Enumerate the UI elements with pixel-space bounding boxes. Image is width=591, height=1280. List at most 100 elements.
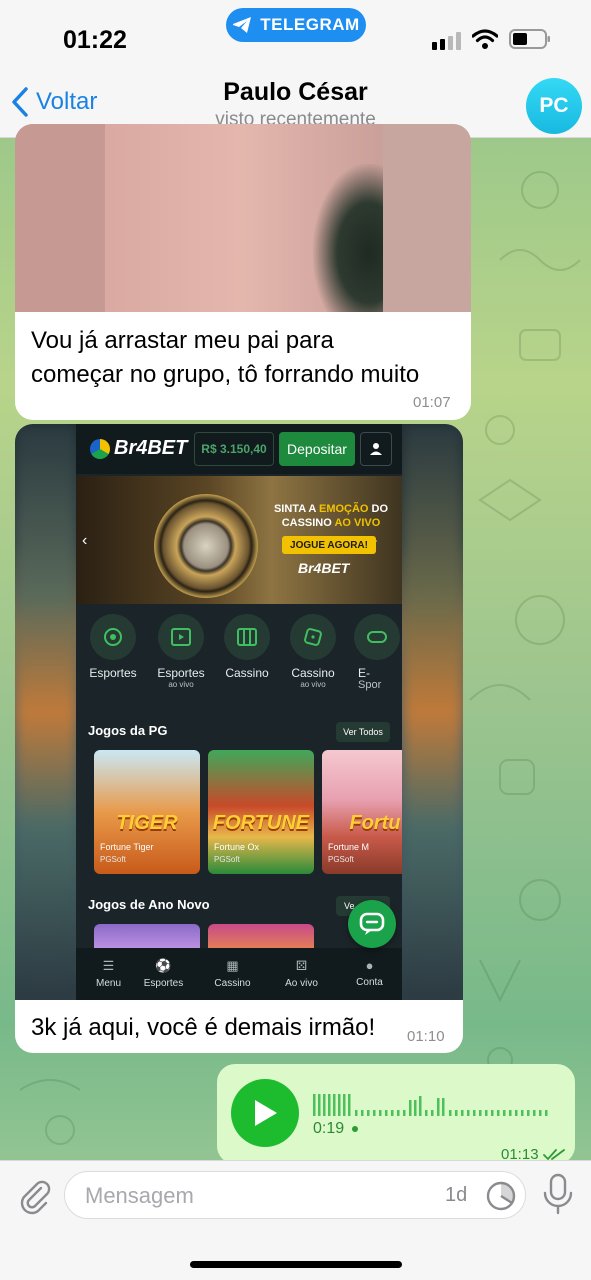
voice-duration: 0:19	[313, 1120, 359, 1138]
category-label: Esportes	[157, 666, 205, 680]
banner-logo: Br4BET	[298, 560, 350, 576]
nav-label: Ao vivo	[285, 978, 318, 989]
game-card: Fortu Fortune M PGSoft	[322, 750, 402, 874]
category-label: E-	[358, 666, 370, 680]
game-card: FORTUNE Fortune Ox PGSoft	[208, 750, 314, 874]
nav-label: Esportes	[143, 978, 184, 989]
dice-icon: ⚄	[295, 958, 308, 973]
cellular-signal-icon	[432, 32, 461, 50]
category-item: Cassino	[210, 614, 284, 680]
game-art-text: Fortu	[349, 812, 401, 834]
nav-conta: ● Conta	[337, 958, 402, 988]
see-all-button: Ver Todos	[336, 722, 390, 742]
category-sub: ao vivo	[300, 680, 326, 689]
voice-waveform[interactable]	[313, 1090, 553, 1116]
chat-support-icon	[348, 900, 396, 948]
category-label: Esportes	[89, 666, 137, 680]
dice-icon	[290, 614, 336, 660]
chevron-left-icon: ‹	[82, 532, 88, 549]
slot-machine-icon	[224, 614, 270, 660]
battery-icon	[509, 29, 550, 49]
game-title: Fortune Ox	[214, 842, 260, 852]
category-sub: Spor	[358, 679, 382, 691]
soccer-ball-icon: ⚽	[155, 958, 172, 973]
section-title: Jogos da PG	[88, 723, 168, 738]
live-sports-icon	[158, 614, 204, 660]
home-indicator	[190, 1261, 402, 1268]
brand-name: Br4BET	[114, 437, 188, 459]
message-input[interactable]: Mensagem 1d	[64, 1171, 526, 1219]
paperclip-icon[interactable]	[14, 1175, 54, 1215]
promo-banner: ‹ › SINTA A EMOÇÃO DO CASSINO AO VIVO JO…	[76, 476, 402, 604]
category-sub: ao vivo	[168, 680, 194, 689]
incoming-message-bubble[interactable]: Br4BET R$ 3.150,40 Depositar ‹ › SINTA A…	[15, 424, 463, 1053]
message-photo[interactable]	[15, 124, 471, 312]
balance-badge: R$ 3.150,40	[194, 432, 274, 466]
banner-cta: JOGUE AGORA!	[282, 536, 376, 554]
nav-ao-vivo: ⚄ Ao vivo	[269, 958, 334, 989]
category-item: Cassino ao vivo	[276, 614, 350, 690]
message-text-line: Vou já arrastar meu pai para	[31, 327, 334, 354]
esports-icon	[354, 614, 400, 660]
app-bottom-nav: ☰ Menu ⚽ Esportes ▦ Cassino ⚄ Ao vivo ● Conta	[76, 948, 402, 1000]
game-provider: PGSoft	[214, 855, 240, 864]
double-check-icon	[542, 1148, 565, 1160]
banner-text: DO	[371, 503, 389, 515]
play-icon	[255, 1100, 277, 1126]
roulette-wheel-image	[154, 494, 258, 598]
user-icon	[360, 432, 392, 466]
banner-text: SINTA A	[273, 503, 316, 515]
unplayed-dot-icon	[352, 1126, 359, 1132]
category-item: Esportes	[76, 614, 150, 680]
category-item: Esportes ao vivo	[144, 614, 218, 690]
banner-text: CASSINO	[281, 517, 332, 529]
banner-highlight: EMOÇÃO	[318, 503, 369, 515]
category-label: Cassino	[225, 666, 269, 680]
self-destruct-timer-label[interactable]: 1d	[445, 1184, 467, 1207]
message-time: 01:10	[407, 1028, 445, 1045]
message-screenshot[interactable]: Br4BET R$ 3.150,40 Depositar ‹ › SINTA A…	[15, 424, 463, 1000]
app-topbar: Br4BET R$ 3.150,40 Depositar	[76, 424, 402, 474]
category-label: Cassino	[291, 666, 335, 680]
telegram-icon	[233, 17, 252, 33]
microphone-icon[interactable]	[542, 1173, 574, 1215]
banner-highlight: AO VIVO	[334, 517, 381, 529]
category-row: Esportes Esportes ao vivo Cassino Cassin…	[76, 614, 402, 694]
message-text-line: começar no grupo, tô forrando muito	[31, 361, 420, 388]
message-text: 3k já aqui, você é demais irmão!	[31, 1014, 376, 1041]
game-title: Fortune Tiger	[100, 842, 154, 852]
play-button[interactable]	[231, 1079, 299, 1147]
game-title: Fortune M	[328, 842, 370, 852]
nav-label: Cassino	[214, 978, 251, 989]
status-bar: 01:22 TELEGRAM	[0, 0, 591, 70]
message-time: 01:07	[413, 394, 451, 411]
deposit-button: Depositar	[279, 432, 355, 466]
nav-cassino: ▦ Cassino	[200, 958, 265, 989]
soccer-ball-icon	[90, 614, 136, 660]
game-art-text: TIGER	[116, 812, 178, 834]
game-card: TIGER Fortune Tiger PGSoft	[94, 750, 200, 874]
message-placeholder: Mensagem	[85, 1183, 194, 1208]
status-time: 01:22	[63, 26, 127, 54]
avatar[interactable]: PC	[526, 78, 582, 134]
slot-machine-icon: ▦	[226, 958, 239, 973]
game-art-text: FORTUNE	[212, 812, 310, 834]
contact-name[interactable]: Paulo César	[0, 78, 591, 107]
user-icon: ●	[365, 958, 374, 973]
section-title: Jogos de Ano Novo	[88, 897, 210, 912]
pill-label: TELEGRAM	[260, 15, 360, 34]
game-provider: PGSoft	[328, 855, 354, 864]
outgoing-voice-message[interactable]: 0:19 01:13	[217, 1064, 575, 1164]
nav-esportes: ⚽ Esportes	[131, 958, 196, 989]
nav-label: Menu	[95, 978, 121, 989]
nav-label: Conta	[356, 977, 383, 988]
logo-ball-icon	[90, 438, 110, 459]
message-text: Vou já arrastar meu pai para começar no …	[31, 324, 461, 392]
game-provider: PGSoft	[100, 855, 126, 864]
banner-headline: SINTA A EMOÇÃO DO CASSINO AO VIVO	[266, 502, 396, 530]
wifi-icon	[472, 29, 498, 49]
timer-icon[interactable]	[485, 1180, 517, 1212]
telegram-return-pill[interactable]: TELEGRAM	[226, 8, 366, 42]
brand-logo: Br4BET	[90, 437, 187, 460]
incoming-message-bubble[interactable]: Vou já arrastar meu pai para começar no …	[15, 124, 471, 420]
